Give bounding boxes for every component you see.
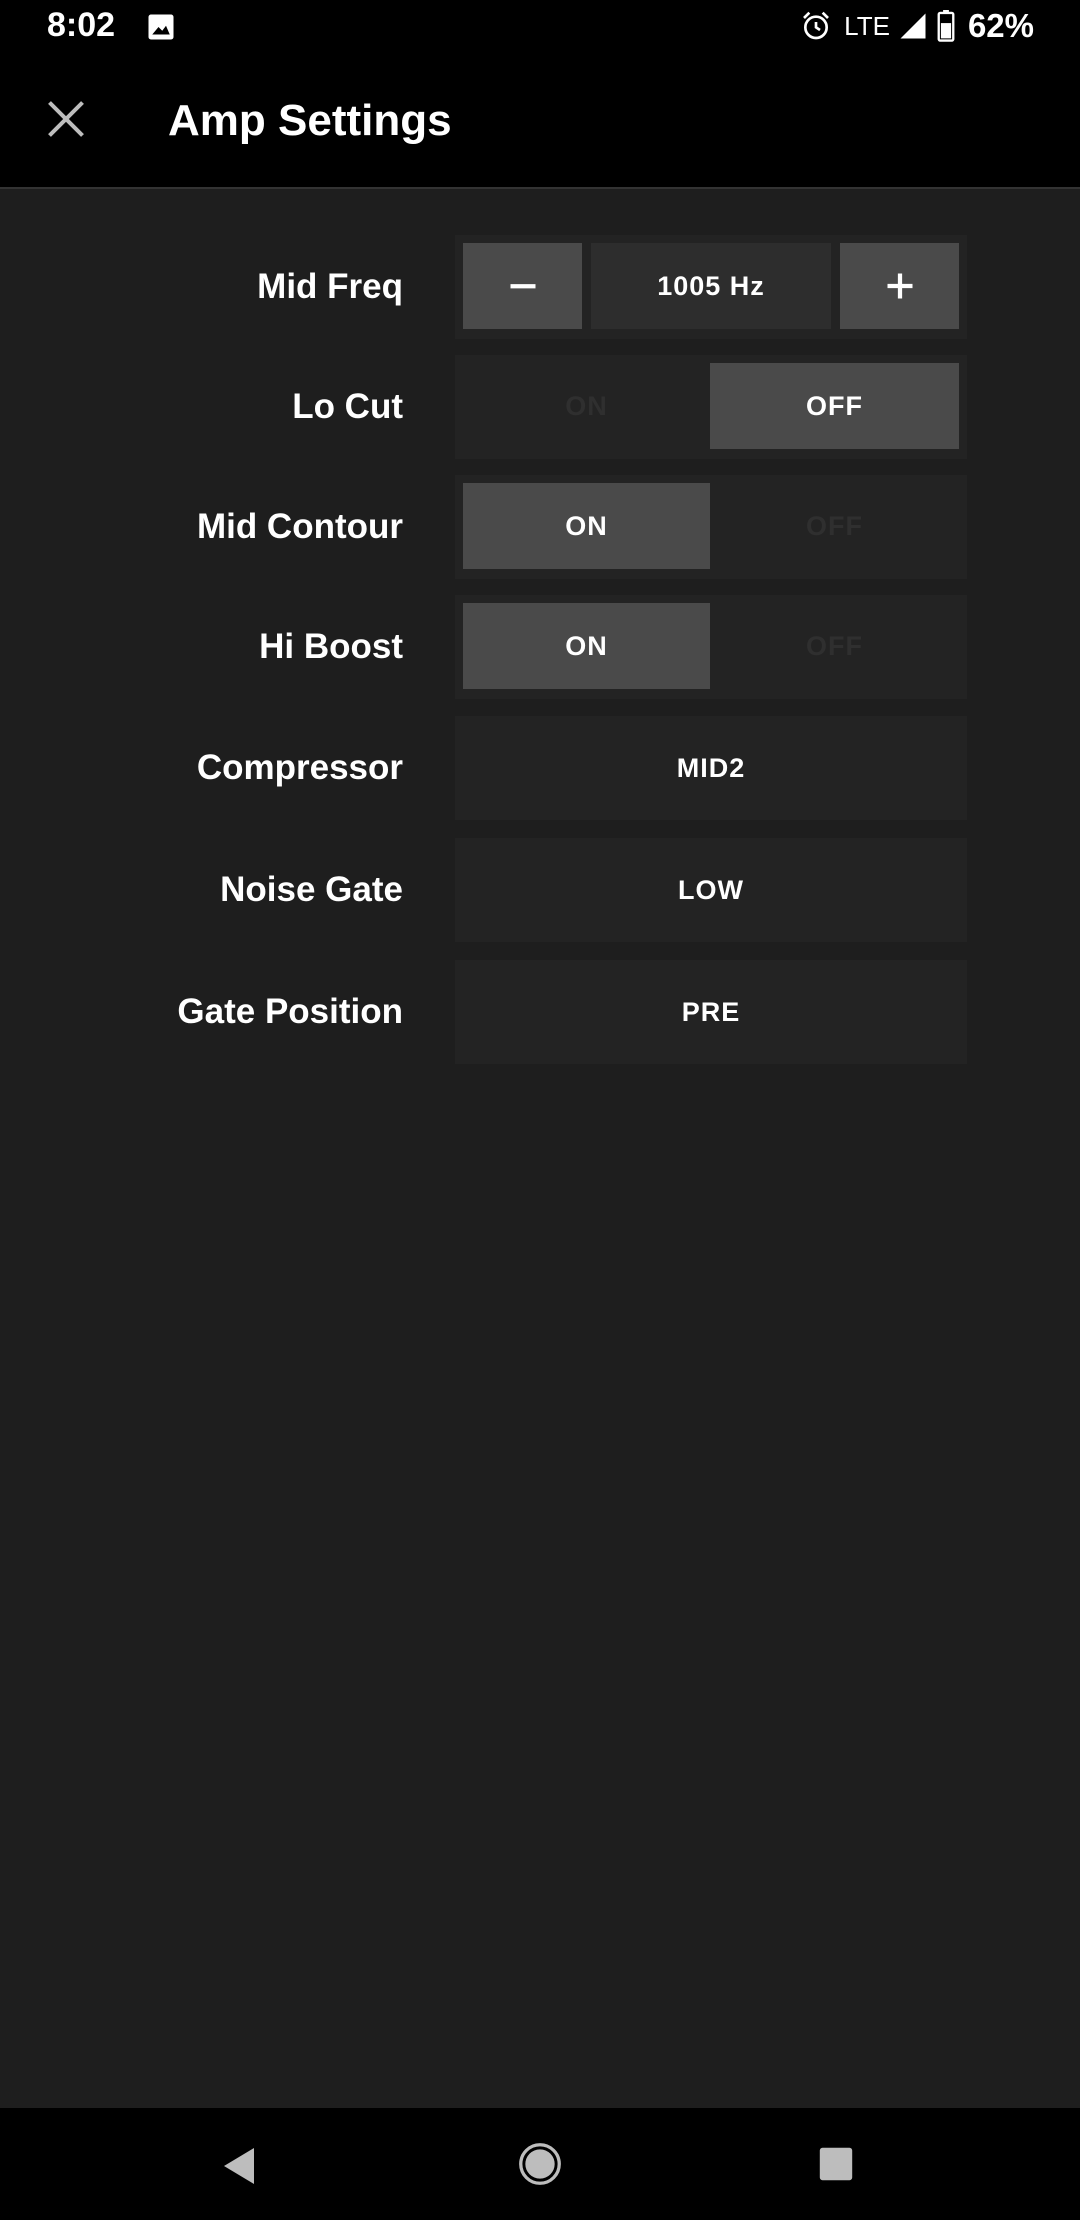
compressor-value[interactable]: MID2 xyxy=(455,716,967,820)
lo-cut-on-option[interactable]: ON xyxy=(463,363,710,449)
signal-icon xyxy=(900,13,926,39)
status-time: 8:02 xyxy=(47,6,116,44)
battery-icon xyxy=(937,10,955,42)
mid-freq-value: 1005 Hz xyxy=(591,243,831,329)
setting-row-noise-gate: Noise Gate LOW xyxy=(0,838,1080,942)
lo-cut-off-option[interactable]: OFF xyxy=(710,363,959,449)
setting-row-lo-cut: Lo Cut ON OFF xyxy=(0,355,1080,459)
hi-boost-label: Hi Boost xyxy=(259,627,403,666)
close-icon[interactable] xyxy=(44,97,88,141)
lo-cut-toggle: ON OFF xyxy=(455,355,967,459)
home-icon[interactable] xyxy=(518,2142,562,2186)
navigation-bar xyxy=(0,2108,1080,2220)
hi-boost-off-option[interactable]: OFF xyxy=(710,603,959,689)
mid-contour-off-option[interactable]: OFF xyxy=(710,483,959,569)
mid-freq-label: Mid Freq xyxy=(257,267,403,306)
page-title: Amp Settings xyxy=(168,96,452,145)
app-bar: Amp Settings xyxy=(0,52,1080,189)
back-icon[interactable] xyxy=(222,2146,258,2186)
mid-contour-toggle: ON OFF xyxy=(455,475,967,579)
network-type: LTE xyxy=(844,10,890,41)
compressor-selector[interactable]: MID2 xyxy=(455,716,967,820)
hi-boost-on-option[interactable]: ON xyxy=(463,603,710,689)
setting-row-mid-contour: Mid Contour ON OFF xyxy=(0,475,1080,579)
decrement-button[interactable] xyxy=(463,243,582,329)
alarm-icon xyxy=(803,11,830,40)
compressor-label: Compressor xyxy=(196,748,403,787)
hi-boost-toggle: ON OFF xyxy=(455,595,967,699)
lo-cut-label: Lo Cut xyxy=(292,387,403,426)
mid-contour-on-option[interactable]: ON xyxy=(463,483,710,569)
image-icon xyxy=(148,14,174,40)
gate-position-selector[interactable]: PRE xyxy=(455,960,967,1064)
noise-gate-selector[interactable]: LOW xyxy=(455,838,967,942)
setting-row-mid-freq: Mid Freq 1005 Hz xyxy=(0,235,1080,339)
status-icons: LTE 62% xyxy=(800,6,1034,46)
mid-contour-label: Mid Contour xyxy=(196,507,403,546)
plus-icon xyxy=(887,273,912,299)
recent-apps-icon[interactable] xyxy=(818,2146,854,2182)
minus-icon xyxy=(510,284,535,289)
noise-gate-label: Noise Gate xyxy=(220,870,403,909)
mid-freq-stepper: 1005 Hz xyxy=(455,235,967,339)
setting-row-gate-position: Gate Position PRE xyxy=(0,960,1080,1064)
battery-level: 62% xyxy=(967,7,1034,44)
noise-gate-value[interactable]: LOW xyxy=(455,838,967,942)
gate-position-value[interactable]: PRE xyxy=(455,960,967,1064)
setting-row-compressor: Compressor MID2 xyxy=(0,716,1080,820)
status-bar: 8:02 LTE 62% xyxy=(0,0,1080,52)
setting-row-hi-boost: Hi Boost ON OFF xyxy=(0,595,1080,699)
increment-button[interactable] xyxy=(840,243,959,329)
gate-position-label: Gate Position xyxy=(177,992,403,1031)
